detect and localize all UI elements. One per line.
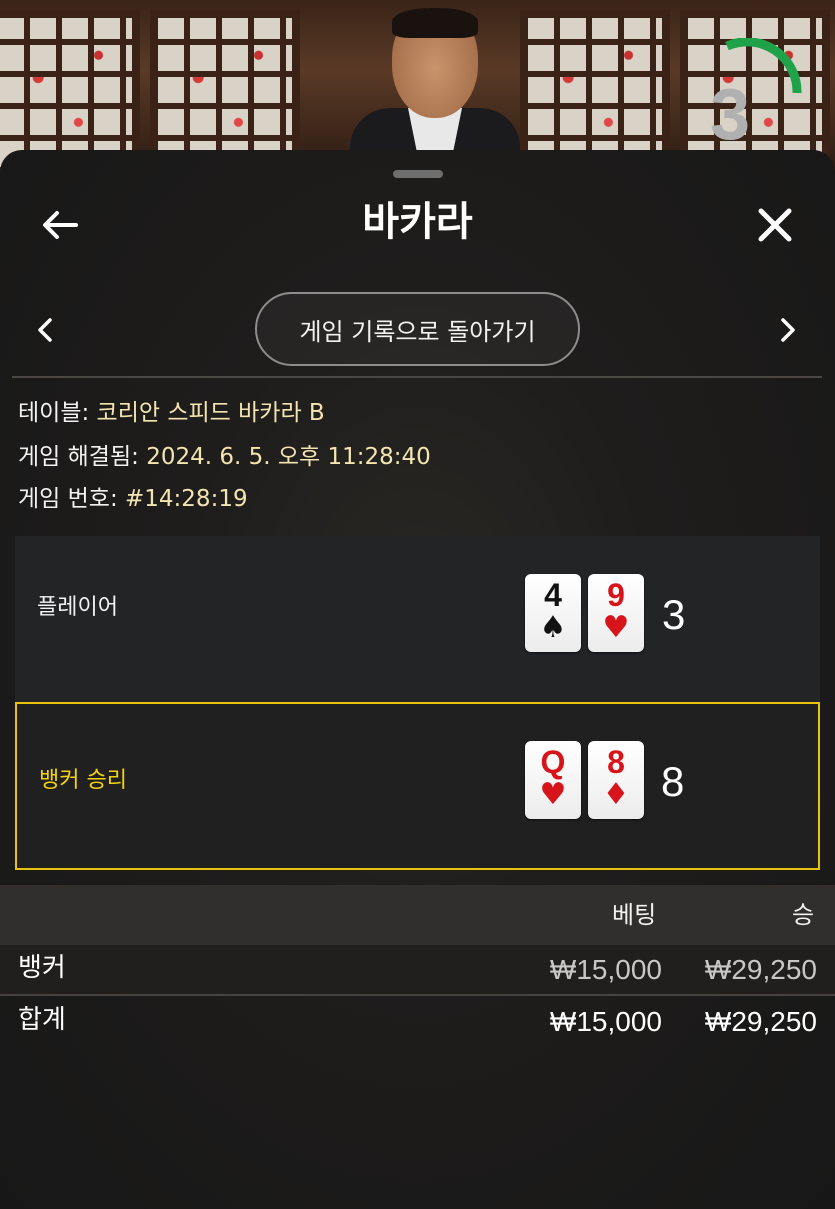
countdown-number: 3 [709,75,751,155]
resolved-info: 게임 해결됨: 2024. 6. 5. 오후 11:28:40 [18,442,431,472]
banker-score: 8 [661,758,685,805]
playing-card: 8 ♦ [588,741,644,819]
resolved-value: 2024. 6. 5. 오후 11:28:40 [146,444,431,470]
divider [12,376,822,378]
game-history-sheet: 바카라 게임 기록으로 돌아가기 테이블: 코리안 스피드 바카라 B 게임 해… [0,150,835,1209]
back-to-history-button[interactable]: 게임 기록으로 돌아가기 [255,292,580,366]
table-row: 뱅커 ₩15,000 ₩29,250 [0,945,835,995]
sheet-drag-handle[interactable] [393,170,443,178]
player-score: 3 [662,591,686,638]
total-win-amount: ₩29,250 [704,1006,817,1037]
bet-name: 뱅커 [18,953,66,983]
page-title: 바카라 [362,199,473,245]
player-label: 플레이어 [37,595,118,620]
diamond-icon: ♦ [602,777,630,812]
table-info: 테이블: 코리안 스피드 바카라 B [18,398,325,428]
next-game-button[interactable] [768,310,808,350]
card-rank: 8 [607,744,625,780]
table-row: 합계 ₩15,000 ₩29,250 [0,997,835,1047]
chevron-left-icon [38,318,52,342]
game-number-label: 게임 번호: [18,486,118,512]
card-rank: 9 [607,577,625,613]
heart-icon: ♥ [539,777,567,812]
divider [0,994,835,996]
bet-amount: ₩15,000 [549,954,662,985]
total-label: 합계 [18,1005,66,1035]
table-label: 테이블: [18,400,90,426]
banker-win-label: 뱅커 승리 [39,768,127,793]
chevron-right-icon [781,318,795,342]
banker-result-row: 뱅커 승리 Q ♥ 8 ♦ 8 [15,702,820,870]
player-result-row: 플레이어 4 ♠ 9 ♥ 3 [15,536,820,704]
spade-icon: ♠ [539,610,567,645]
playing-card: 9 ♥ [588,574,644,652]
playing-card: 4 ♠ [525,574,581,652]
table-value: 코리안 스피드 바카라 B [96,400,325,426]
card-rank: Q [540,744,566,780]
win-amount: ₩29,250 [704,954,817,985]
game-number-value: #14:28:19 [125,486,248,512]
heart-icon: ♥ [602,610,630,645]
win-column-header: 승 [792,901,815,929]
playing-card: Q ♥ [525,741,581,819]
resolved-label: 게임 해결됨: [18,444,139,470]
bet-table-header: 베팅 승 [0,885,835,945]
live-video-feed: 3 [0,0,835,175]
game-number-info: 게임 번호: #14:28:19 [18,484,248,514]
bet-column-header: 베팅 [612,901,657,929]
card-rank: 4 [544,577,562,613]
previous-game-button[interactable] [25,310,65,350]
close-icon [758,208,792,242]
total-bet-amount: ₩15,000 [549,1006,662,1037]
app-screen: 3 바카라 게임 기록으로 돌아가기 테이블: 코리안 스피드 바카라 B 게임… [0,0,835,1209]
close-button[interactable] [745,195,805,255]
